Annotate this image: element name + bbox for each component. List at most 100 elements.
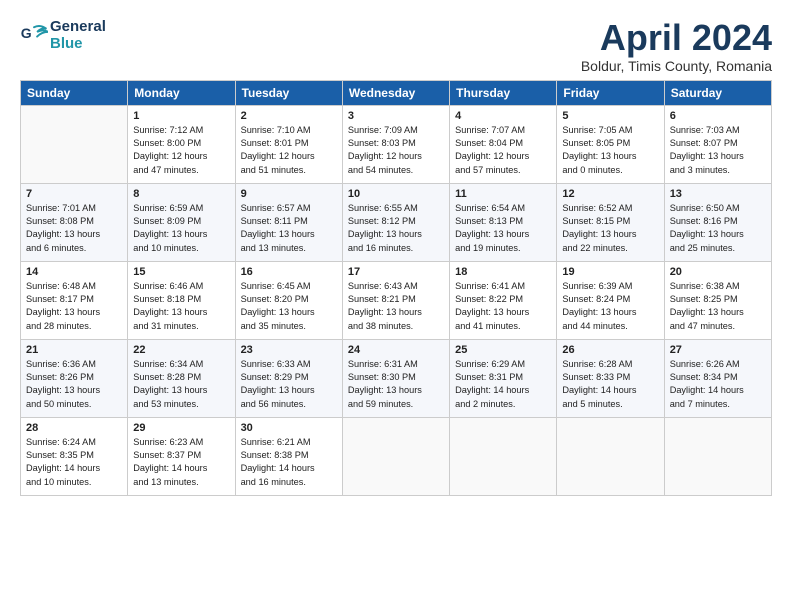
col-sunday: Sunday <box>21 80 128 105</box>
day-number: 15 <box>133 266 229 278</box>
calendar-cell: 16Sunrise: 6:45 AM Sunset: 8:20 PM Dayli… <box>235 261 342 339</box>
calendar-cell <box>450 417 557 495</box>
day-detail: Sunrise: 6:39 AM Sunset: 8:24 PM Dayligh… <box>562 280 658 333</box>
day-detail: Sunrise: 6:46 AM Sunset: 8:18 PM Dayligh… <box>133 280 229 333</box>
location-subtitle: Boldur, Timis County, Romania <box>581 58 772 74</box>
calendar-cell: 25 Sunrise: 6:29 AM Sunset: 8:31 PM Dayli… <box>450 339 557 417</box>
day-detail: Sunrise: 6:54 AM Sunset: 8:13 PM Dayligh… <box>455 202 551 255</box>
calendar-cell: 22Sunrise: 6:34 AM Sunset: 8:28 PM Dayli… <box>128 339 235 417</box>
day-detail: Sunrise: 7:10 AM Sunset: 8:01 PM Dayligh… <box>241 124 337 177</box>
calendar-body: 1Sunrise: 7:12 AM Sunset: 8:00 PM Daylig… <box>21 105 772 495</box>
logo: G General Blue <box>20 18 106 53</box>
day-detail: Sunrise: 7:09 AM Sunset: 8:03 PM Dayligh… <box>348 124 444 177</box>
day-number: 19 <box>562 266 658 278</box>
day-detail: Sunrise: 6:38 AM Sunset: 8:25 PM Dayligh… <box>670 280 766 333</box>
main-container: G General Blue April 2024 Boldur, Timis … <box>0 0 792 506</box>
day-detail: Sunrise: 6:52 AM Sunset: 8:15 PM Dayligh… <box>562 202 658 255</box>
day-detail: Sunrise: 6:55 AM Sunset: 8:12 PM Dayligh… <box>348 202 444 255</box>
day-detail: Sunrise: 6:24 AM Sunset: 8:35 PM Dayligh… <box>26 436 122 489</box>
day-detail: Sunrise: 6:50 AM Sunset: 8:16 PM Dayligh… <box>670 202 766 255</box>
day-detail: Sunrise: 6:45 AM Sunset: 8:20 PM Dayligh… <box>241 280 337 333</box>
day-number: 14 <box>26 266 122 278</box>
calendar-cell: 28 Sunrise: 6:24 AM Sunset: 8:35 PM Dayli… <box>21 417 128 495</box>
calendar-cell: 30Sunrise: 6:21 AM Sunset: 8:38 PM Dayli… <box>235 417 342 495</box>
calendar-cell: 6Sunrise: 7:03 AM Sunset: 8:07 PM Daylig… <box>664 105 771 183</box>
day-number: 6 <box>670 110 766 122</box>
calendar-cell: 7 Sunrise: 7:01 AM Sunset: 8:08 PM Daylig… <box>21 183 128 261</box>
calendar-cell: 26 Sunrise: 6:28 AM Sunset: 8:33 PM Dayli… <box>557 339 664 417</box>
day-detail: Sunrise: 7:01 AM Sunset: 8:08 PM Dayligh… <box>26 202 122 255</box>
header-row: G General Blue April 2024 Boldur, Timis … <box>20 18 772 74</box>
day-detail: Sunrise: 6:36 AM Sunset: 8:26 PM Dayligh… <box>26 358 122 411</box>
calendar-cell: 1Sunrise: 7:12 AM Sunset: 8:00 PM Daylig… <box>128 105 235 183</box>
day-number: 17 <box>348 266 444 278</box>
calendar-cell <box>664 417 771 495</box>
day-number: 7 <box>26 188 122 200</box>
col-saturday: Saturday <box>664 80 771 105</box>
calendar-cell: 17 Sunrise: 6:43 AM Sunset: 8:21 PM Dayli… <box>342 261 449 339</box>
col-tuesday: Tuesday <box>235 80 342 105</box>
day-number: 24 <box>348 344 444 356</box>
day-number: 12 <box>562 188 658 200</box>
calendar-cell: 12 Sunrise: 6:52 AM Sunset: 8:15 PM Dayli… <box>557 183 664 261</box>
calendar-cell: 3 Sunrise: 7:09 AM Sunset: 8:03 PM Daylig… <box>342 105 449 183</box>
col-friday: Friday <box>557 80 664 105</box>
calendar-cell: 5Sunrise: 7:05 AM Sunset: 8:05 PM Daylig… <box>557 105 664 183</box>
calendar-cell: 14 Sunrise: 6:48 AM Sunset: 8:17 PM Dayli… <box>21 261 128 339</box>
calendar-cell <box>557 417 664 495</box>
calendar-cell: 11 Sunrise: 6:54 AM Sunset: 8:13 PM Dayli… <box>450 183 557 261</box>
title-block: April 2024 Boldur, Timis County, Romania <box>581 18 772 74</box>
day-detail: Sunrise: 7:07 AM Sunset: 8:04 PM Dayligh… <box>455 124 551 177</box>
day-number: 13 <box>670 188 766 200</box>
day-number: 28 <box>26 422 122 434</box>
calendar-cell: 20 Sunrise: 6:38 AM Sunset: 8:25 PM Dayli… <box>664 261 771 339</box>
day-number: 4 <box>455 110 551 122</box>
col-wednesday: Wednesday <box>342 80 449 105</box>
calendar-cell <box>342 417 449 495</box>
calendar-cell: 13 Sunrise: 6:50 AM Sunset: 8:16 PM Dayli… <box>664 183 771 261</box>
day-number: 26 <box>562 344 658 356</box>
day-detail: Sunrise: 6:21 AM Sunset: 8:38 PM Dayligh… <box>241 436 337 489</box>
day-detail: Sunrise: 6:33 AM Sunset: 8:29 PM Dayligh… <box>241 358 337 411</box>
calendar-cell: 4 Sunrise: 7:07 AM Sunset: 8:04 PM Daylig… <box>450 105 557 183</box>
logo-text: General Blue <box>50 18 106 53</box>
calendar-week-1: 1Sunrise: 7:12 AM Sunset: 8:00 PM Daylig… <box>21 105 772 183</box>
calendar-cell: 24 Sunrise: 6:31 AM Sunset: 8:30 PM Dayli… <box>342 339 449 417</box>
day-detail: Sunrise: 6:31 AM Sunset: 8:30 PM Dayligh… <box>348 358 444 411</box>
day-number: 8 <box>133 188 229 200</box>
day-detail: Sunrise: 6:48 AM Sunset: 8:17 PM Dayligh… <box>26 280 122 333</box>
day-number: 9 <box>241 188 337 200</box>
day-number: 25 <box>455 344 551 356</box>
calendar-cell: 2 Sunrise: 7:10 AM Sunset: 8:01 PM Daylig… <box>235 105 342 183</box>
month-title: April 2024 <box>581 18 772 58</box>
day-number: 20 <box>670 266 766 278</box>
day-number: 11 <box>455 188 551 200</box>
calendar-table: Sunday Monday Tuesday Wednesday Thursday… <box>20 80 772 496</box>
day-number: 2 <box>241 110 337 122</box>
day-number: 18 <box>455 266 551 278</box>
day-detail: Sunrise: 6:29 AM Sunset: 8:31 PM Dayligh… <box>455 358 551 411</box>
calendar-cell: 23 Sunrise: 6:33 AM Sunset: 8:29 PM Dayli… <box>235 339 342 417</box>
day-detail: Sunrise: 6:34 AM Sunset: 8:28 PM Dayligh… <box>133 358 229 411</box>
day-number: 21 <box>26 344 122 356</box>
day-number: 3 <box>348 110 444 122</box>
logo-icon: G <box>20 21 48 49</box>
calendar-cell <box>21 105 128 183</box>
day-number: 5 <box>562 110 658 122</box>
header-row-days: Sunday Monday Tuesday Wednesday Thursday… <box>21 80 772 105</box>
day-detail: Sunrise: 6:43 AM Sunset: 8:21 PM Dayligh… <box>348 280 444 333</box>
day-number: 27 <box>670 344 766 356</box>
calendar-week-2: 7 Sunrise: 7:01 AM Sunset: 8:08 PM Daylig… <box>21 183 772 261</box>
day-detail: Sunrise: 7:12 AM Sunset: 8:00 PM Dayligh… <box>133 124 229 177</box>
day-detail: Sunrise: 6:23 AM Sunset: 8:37 PM Dayligh… <box>133 436 229 489</box>
calendar-cell: 8Sunrise: 6:59 AM Sunset: 8:09 PM Daylig… <box>128 183 235 261</box>
calendar-cell: 19 Sunrise: 6:39 AM Sunset: 8:24 PM Dayli… <box>557 261 664 339</box>
day-number: 23 <box>241 344 337 356</box>
day-detail: Sunrise: 6:57 AM Sunset: 8:11 PM Dayligh… <box>241 202 337 255</box>
day-detail: Sunrise: 6:28 AM Sunset: 8:33 PM Dayligh… <box>562 358 658 411</box>
day-detail: Sunrise: 6:26 AM Sunset: 8:34 PM Dayligh… <box>670 358 766 411</box>
calendar-week-3: 14 Sunrise: 6:48 AM Sunset: 8:17 PM Dayli… <box>21 261 772 339</box>
calendar-cell: 18Sunrise: 6:41 AM Sunset: 8:22 PM Dayli… <box>450 261 557 339</box>
calendar-cell: 9 Sunrise: 6:57 AM Sunset: 8:11 PM Daylig… <box>235 183 342 261</box>
svg-text:G: G <box>21 25 32 41</box>
